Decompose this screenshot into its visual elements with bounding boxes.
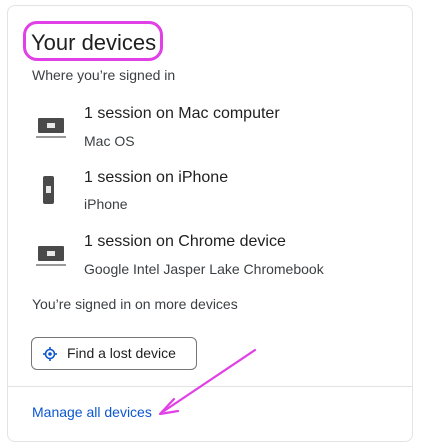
device-name: 1 session on Chrome device	[84, 233, 286, 250]
device-os: Mac OS	[84, 133, 135, 149]
more-devices-text: You’re signed in on more devices	[32, 296, 238, 312]
device-name: 1 session on iPhone	[84, 169, 229, 186]
arrow-annotation	[158, 348, 257, 416]
manage-all-devices-link[interactable]: Manage all devices	[32, 404, 152, 420]
device-row-iphone[interactable]: 1 session on iPhone iPhone	[0, 167, 421, 217]
section-subtitle: Where you’re signed in	[32, 67, 176, 83]
device-row-chromebook[interactable]: 1 session on Chrome device Google Intel …	[0, 231, 421, 281]
section-title: Your devices	[31, 30, 157, 55]
device-row-mac[interactable]: 1 session on Mac computer Mac OS	[0, 103, 421, 153]
device-os: iPhone	[84, 196, 128, 212]
device-os: Google Intel Jasper Lake Chromebook	[84, 261, 324, 277]
locate-icon	[43, 347, 57, 361]
device-name: 1 session on Mac computer	[84, 105, 280, 122]
